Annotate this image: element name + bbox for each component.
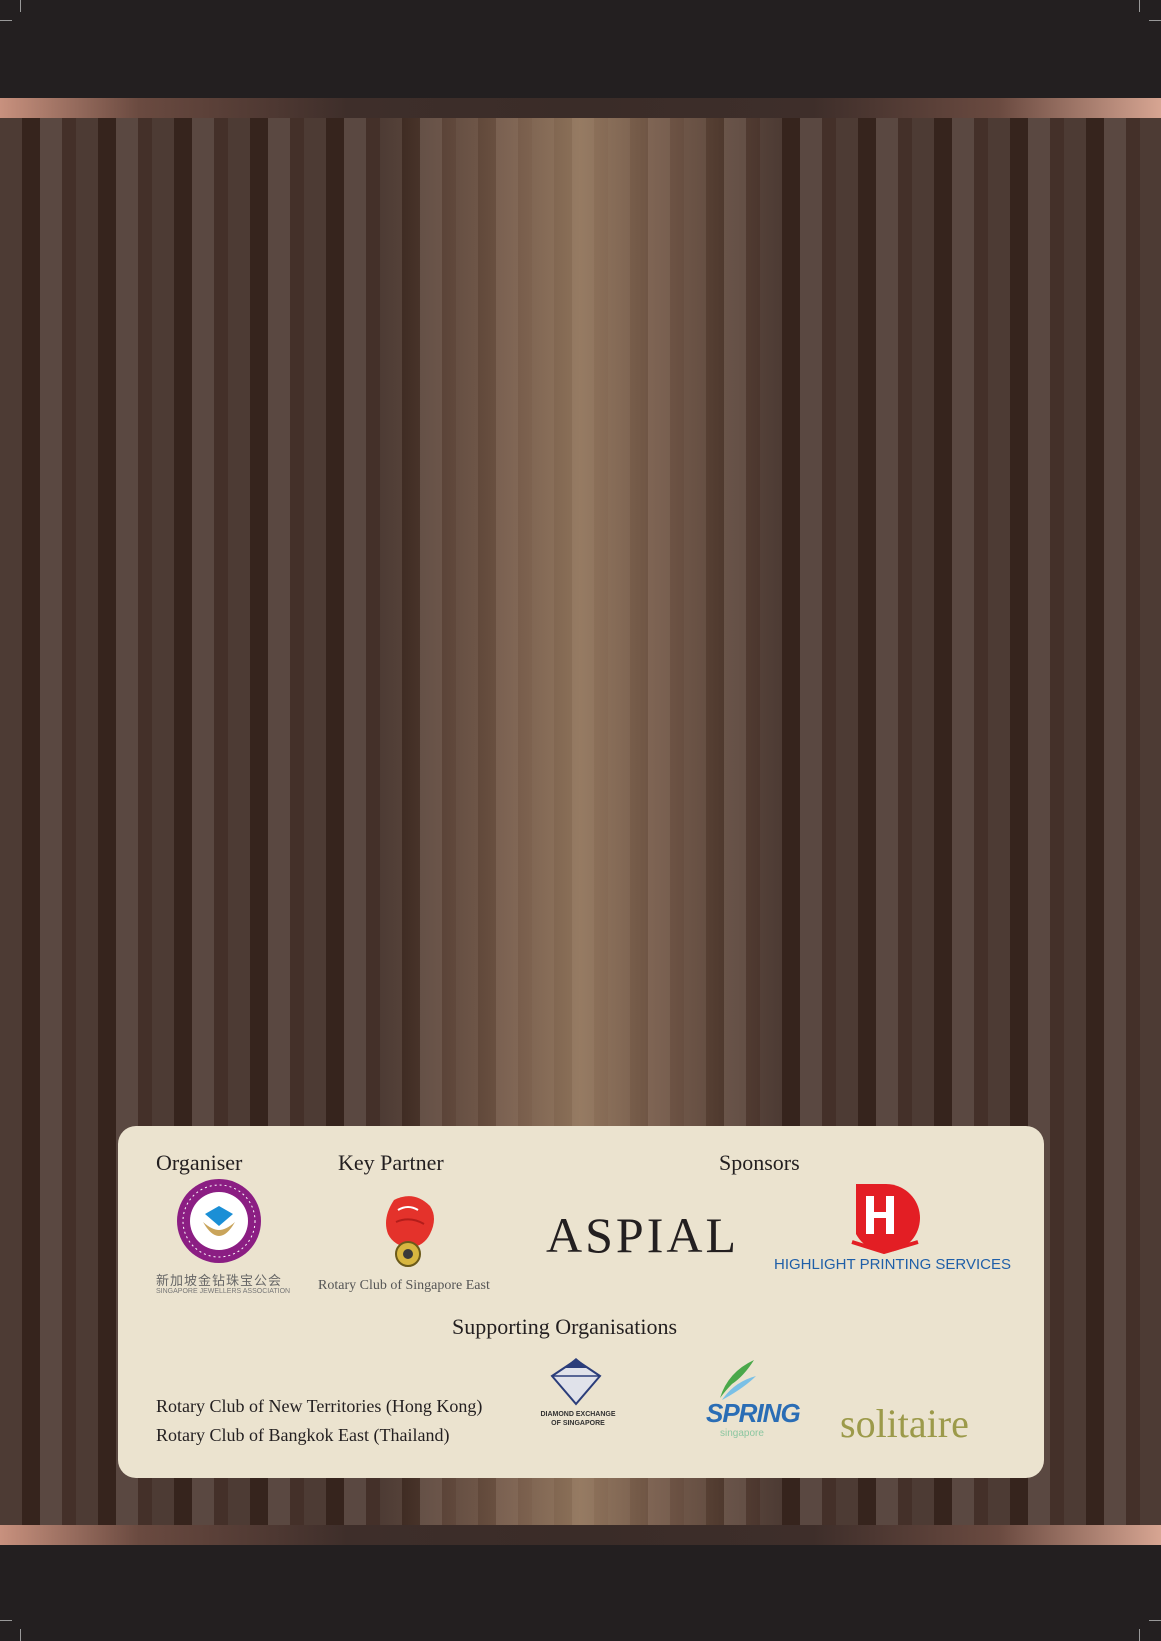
spring-subtitle: singapore	[720, 1428, 764, 1439]
aspial-wordmark: ASPIAL	[546, 1207, 740, 1263]
key-partner-name: Rotary Club of Singapore East	[318, 1278, 490, 1293]
crop-mark	[1149, 20, 1161, 21]
crop-mark	[20, 0, 21, 12]
highlight-printing-icon	[851, 1184, 920, 1254]
crop-mark	[20, 1629, 21, 1641]
bottom-band	[0, 1545, 1161, 1641]
organiser-english-name: SINGAPORE JEWELLERS ASSOCIATION	[156, 1288, 291, 1295]
diamond-exchange-icon	[550, 1358, 602, 1406]
top-band	[0, 0, 1161, 98]
sponsors-heading: Sponsors	[719, 1150, 800, 1175]
spring-leaf-icon	[720, 1360, 756, 1400]
bottom-copper-stripe	[0, 1525, 1161, 1545]
key-partner-heading: Key Partner	[338, 1150, 444, 1175]
solitaire-wordmark: solitaire	[840, 1401, 969, 1446]
supporting-line: Rotary Club of New Territories (Hong Kon…	[156, 1396, 483, 1416]
highlight-printing-name: HIGHLIGHT PRINTING SERVICES	[774, 1256, 1011, 1273]
sponsor-panel: Organiser Key Partner Sponsors 新加坡金钻珠宝公会…	[118, 1126, 1044, 1478]
crop-mark	[1149, 1620, 1161, 1621]
organiser-chinese-name: 新加坡金钻珠宝公会	[156, 1274, 283, 1289]
crop-mark	[1139, 0, 1140, 12]
crop-mark	[1139, 1629, 1140, 1641]
supporting-heading: Supporting Organisations	[452, 1314, 678, 1339]
brochure-back-cover: Organiser Key Partner Sponsors 新加坡金钻珠宝公会…	[0, 0, 1161, 1641]
crop-mark	[0, 1620, 12, 1621]
spring-singapore-icon: SPRING	[706, 1398, 801, 1428]
top-copper-stripe	[0, 98, 1161, 118]
diamond-exchange-name: DIAMOND EXCHANGE OF SINGAPORE	[540, 1411, 616, 1427]
crop-mark	[0, 20, 12, 21]
sja-seal-icon	[177, 1179, 261, 1263]
supporting-line: Rotary Club of Bangkok East (Thailand)	[156, 1425, 450, 1445]
organiser-heading: Organiser	[156, 1150, 243, 1175]
merlion-rotary-icon	[386, 1196, 434, 1267]
